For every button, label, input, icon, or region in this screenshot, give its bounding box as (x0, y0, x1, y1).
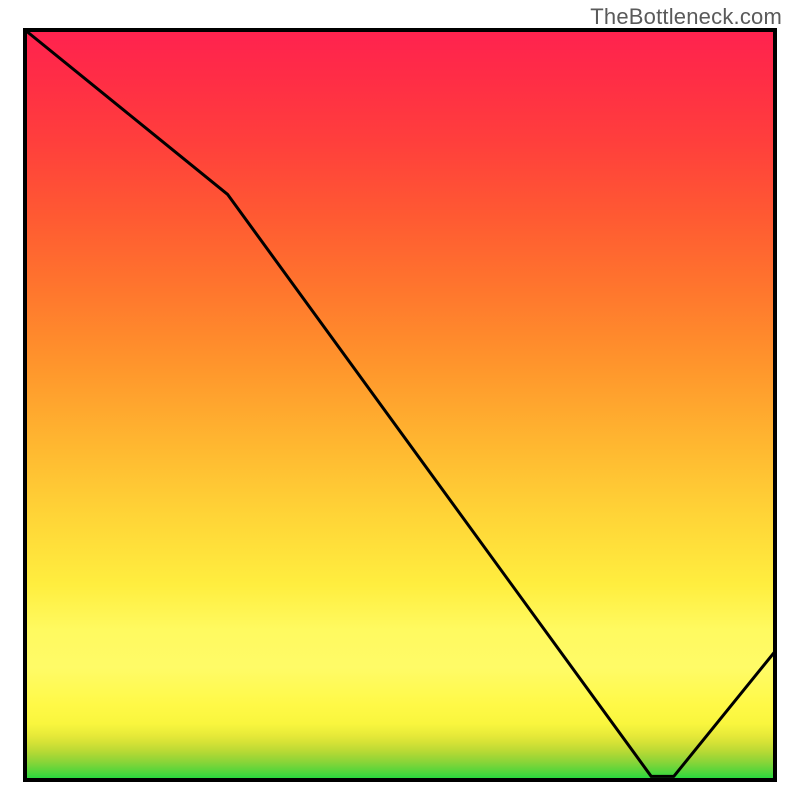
plot-gradient-background (25, 30, 775, 780)
watermark-text: TheBottleneck.com (590, 4, 782, 30)
bottleneck-chart (0, 0, 800, 800)
chart-container: TheBottleneck.com (0, 0, 800, 800)
